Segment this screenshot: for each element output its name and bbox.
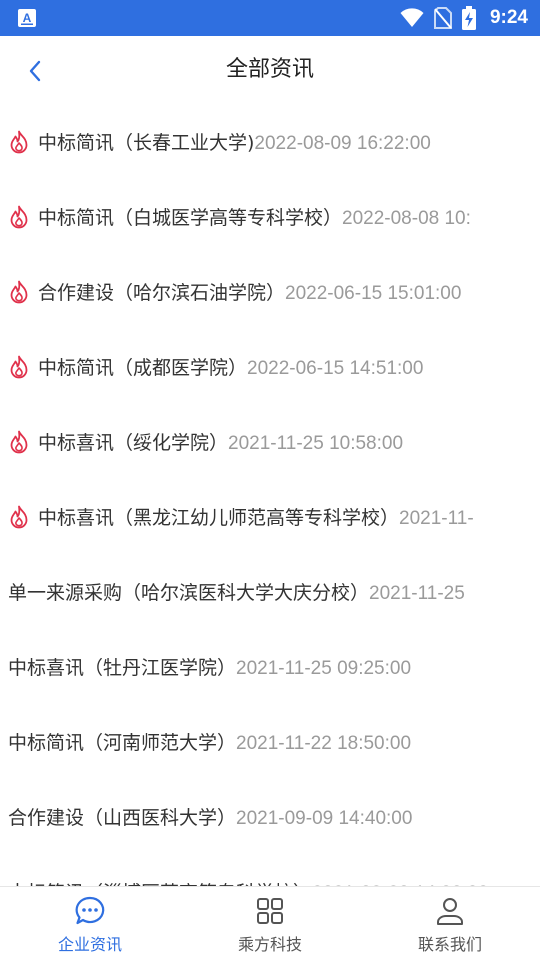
news-date: 2021-11-25 09:25:00 [236, 658, 412, 679]
news-item[interactable]: 合作建设（哈尔滨石油学院）2022-06-15 15:01:00 [0, 254, 540, 329]
news-item[interactable]: 单一来源采购（哈尔滨医科大学大庆分校）2021-11-25 [0, 554, 540, 629]
news-title: 合作建设（山西医科大学） [8, 807, 237, 829]
news-title: 中标简讯（白城医学高等专科学校） [38, 207, 343, 229]
back-button[interactable] [20, 56, 50, 86]
bottom-tab-bar: 企业资讯 乘方科技 联系我们 [0, 886, 540, 960]
news-title: 合作建设（哈尔滨石油学院） [38, 282, 286, 304]
fire-icon [10, 280, 28, 303]
clock: 9:24 [489, 7, 528, 28]
chevron-left-icon [29, 60, 41, 82]
fire-icon [10, 505, 28, 528]
news-item[interactable]: 中标简讯（成都医学院）2022-06-15 14:51:00 [0, 329, 540, 404]
tab-contact-us[interactable]: 联系我们 [360, 887, 540, 960]
news-title: 单一来源采购（哈尔滨医科大学大庆分校） [8, 582, 370, 604]
news-item[interactable]: 中标喜讯（黑龙江幼儿师范高等专科学校）2021-11- [0, 479, 540, 554]
battery-charging-icon [461, 6, 476, 30]
news-item[interactable]: 中标简讯（长春工业大学)2022-08-09 16:22:00 [0, 104, 540, 179]
news-date: 2022-06-15 15:01:00 [285, 283, 462, 304]
news-date: 2021-09-09 14:40:00 [236, 808, 413, 829]
fire-icon [10, 130, 28, 153]
news-date: 2021-11-22 18:50:00 [236, 733, 412, 754]
news-title: 中标简讯（成都医学院） [38, 357, 248, 379]
news-title: 中标喜讯（黑龙江幼儿师范高等专科学校） [38, 507, 400, 529]
status-bar: A 9:24 [0, 0, 540, 36]
news-item[interactable]: 中标喜讯（绥化学院）2021-11-25 10:58:00 [0, 404, 540, 479]
tab-company-news[interactable]: 企业资讯 [0, 887, 180, 960]
news-item[interactable]: 中标简讯（白城医学高等专科学校）2022-08-08 10: [0, 179, 540, 254]
no-sim-icon [433, 7, 452, 29]
news-item[interactable]: 中标喜讯（牡丹江医学院）2021-11-25 09:25:00 [0, 629, 540, 704]
news-item[interactable]: 中标简讯（淄博医药高等专科学校）2021-08-30 14:30:00 [0, 854, 540, 886]
grid-icon [257, 898, 283, 924]
fire-icon [10, 355, 28, 378]
news-date: 2022-06-15 14:51:00 [247, 358, 424, 379]
page-title: 全部资讯 [225, 57, 314, 82]
news-date: 2022-08-09 16:22:00 [254, 133, 431, 154]
wifi-icon [400, 8, 424, 27]
news-title: 中标简讯（河南师范大学） [8, 732, 237, 754]
tab-label: 企业资讯 [57, 935, 122, 954]
tab-label: 乘方科技 [237, 935, 302, 954]
news-date: 2021-11-25 10:58:00 [228, 433, 404, 454]
news-item[interactable]: 合作建设（山西医科大学）2021-09-09 14:40:00 [0, 779, 540, 854]
app-notification-icon: A [18, 9, 36, 27]
news-title: 中标喜讯（绥化学院） [38, 432, 229, 454]
news-title: 中标喜讯（牡丹江医学院） [8, 657, 237, 679]
fire-icon [10, 430, 28, 453]
tab-label: 联系我们 [417, 935, 482, 954]
news-date: 2021-11-25 [369, 583, 465, 604]
news-date: 2021-11- [399, 508, 474, 529]
chat-bubble-icon [75, 896, 105, 925]
tab-company[interactable]: 乘方科技 [180, 887, 360, 960]
fire-icon [10, 205, 28, 228]
news-title: 中标简讯（长春工业大学) [38, 132, 255, 154]
news-item[interactable]: 中标简讯（河南师范大学）2021-11-22 18:50:00 [0, 704, 540, 779]
person-icon [437, 898, 463, 925]
svg-text:A: A [23, 11, 32, 25]
news-date: 2022-08-08 10: [342, 208, 471, 229]
top-app-bar: 全部资讯 [0, 36, 540, 104]
news-list[interactable]: 中标简讯（长春工业大学)2022-08-09 16:22:00 中标简讯（白城医… [0, 104, 540, 886]
